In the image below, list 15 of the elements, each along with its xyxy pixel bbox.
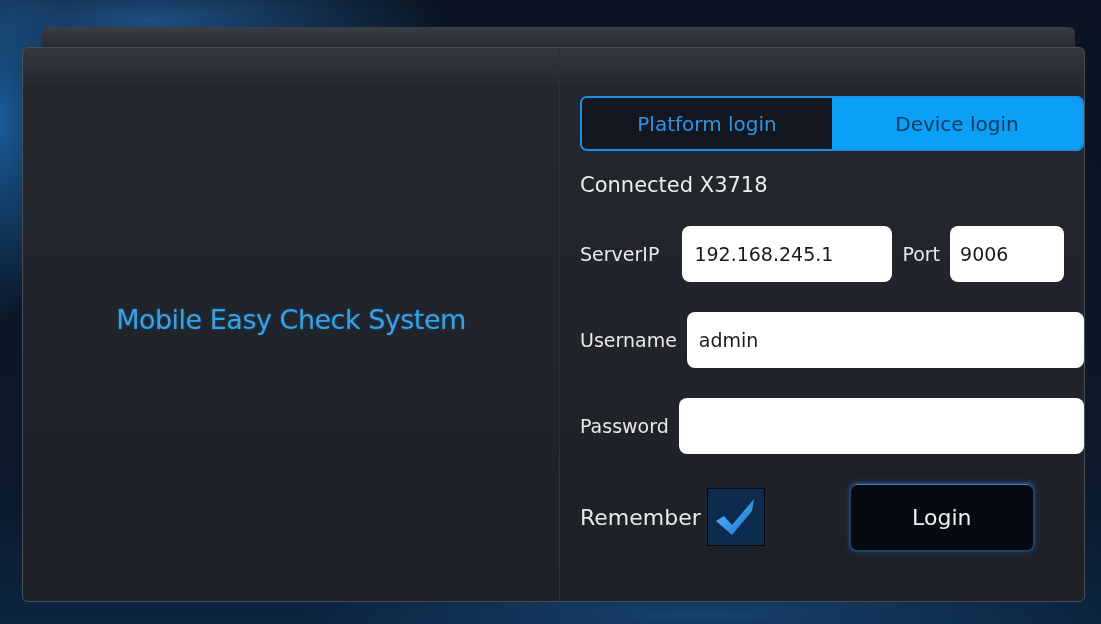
tab[interactable]: Device login xyxy=(832,98,1082,149)
input-field[interactable]: 192.168.245.1 xyxy=(682,226,893,282)
tab[interactable]: Platform login xyxy=(582,98,832,149)
field-label: Password xyxy=(580,415,669,437)
field-label: Username xyxy=(580,329,677,351)
field-label: ServerIP xyxy=(580,243,660,265)
login-button[interactable]: Login xyxy=(848,482,1035,552)
password-field[interactable] xyxy=(678,398,1084,454)
input-field[interactable]: admin xyxy=(686,312,1084,368)
input-field[interactable]: 9006 xyxy=(950,226,1065,282)
app-title: Mobile Easy Check System xyxy=(116,304,466,335)
field-label: Port xyxy=(902,243,941,265)
checkbox-label: Remember xyxy=(580,504,701,530)
checkbox[interactable] xyxy=(706,488,765,546)
connection-status: Connected X3718 xyxy=(580,173,769,197)
